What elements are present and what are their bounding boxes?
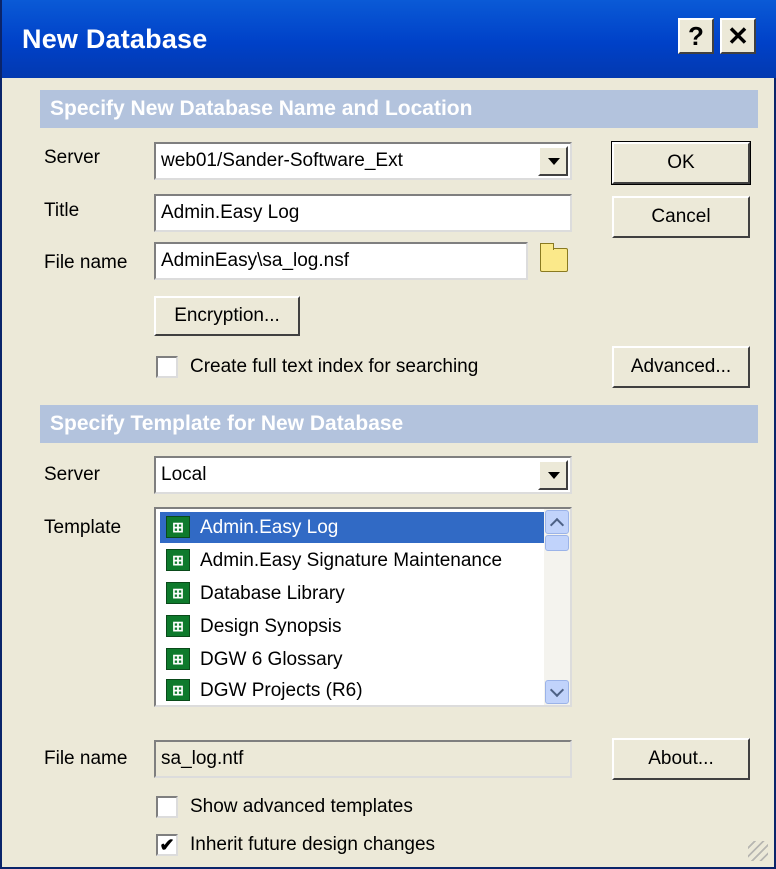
scroll-up-icon[interactable] <box>545 510 569 534</box>
section-header-template: Specify Template for New Database <box>40 405 758 443</box>
template-scrollbar[interactable] <box>544 509 570 705</box>
template-filename-label: File name <box>44 748 128 769</box>
template-icon: ⊞ <box>166 516 190 538</box>
new-database-dialog: New Database ? ✕ Specify New Database Na… <box>0 0 776 869</box>
scroll-thumb[interactable] <box>545 535 569 551</box>
close-button[interactable]: ✕ <box>720 18 756 54</box>
server-value: web01/Sander-Software_Ext <box>161 150 403 171</box>
fulltext-index-label: Create full text index for searching <box>190 356 479 377</box>
resize-grip-icon[interactable] <box>748 841 768 861</box>
template-server-value: Local <box>161 464 207 485</box>
filename-label: File name <box>44 252 128 273</box>
fulltext-index-checkbox[interactable] <box>156 356 178 378</box>
advanced-button[interactable]: Advanced... <box>612 346 750 388</box>
template-name: DGW 6 Glossary <box>200 649 343 670</box>
title-bar[interactable]: New Database ? ✕ <box>2 0 776 78</box>
list-item[interactable]: ⊞ Admin.Easy Signature Maintenance <box>160 545 544 576</box>
template-icon: ⊞ <box>166 582 190 604</box>
template-name: Admin.Easy Signature Maintenance <box>200 550 503 571</box>
help-button[interactable]: ? <box>678 18 714 54</box>
template-name: Design Synopsis <box>200 616 342 637</box>
list-item[interactable]: ⊞ Admin.Easy Log <box>160 512 544 543</box>
template-icon: ⊞ <box>166 679 190 701</box>
inherit-design-label: Inherit future design changes <box>190 834 436 855</box>
template-icon: ⊞ <box>166 648 190 670</box>
show-advanced-templates-checkbox[interactable] <box>156 796 178 818</box>
template-name: DGW Projects (R6) <box>200 680 363 701</box>
template-name: Admin.Easy Log <box>200 517 339 538</box>
server-label: Server <box>44 147 100 168</box>
list-item[interactable]: ⊞ DGW Projects (R6) <box>160 675 544 705</box>
title-input[interactable]: Admin.Easy Log <box>154 194 572 232</box>
template-icon: ⊞ <box>166 615 190 637</box>
dialog-title: New Database <box>22 24 208 54</box>
chevron-down-icon[interactable] <box>538 460 568 490</box>
list-item[interactable]: ⊞ Database Library <box>160 578 544 609</box>
filename-input[interactable]: AdminEasy\sa_log.nsf <box>154 242 528 280</box>
list-item[interactable]: ⊞ Design Synopsis <box>160 611 544 642</box>
template-server-label: Server <box>44 464 100 485</box>
encryption-button[interactable]: Encryption... <box>154 296 300 336</box>
title-label: Title <box>44 200 80 221</box>
scroll-down-icon[interactable] <box>545 680 569 704</box>
server-dropdown[interactable]: web01/Sander-Software_Ext <box>154 142 572 180</box>
cancel-button[interactable]: Cancel <box>612 196 750 238</box>
template-server-dropdown[interactable]: Local <box>154 456 572 494</box>
show-advanced-templates-label: Show advanced templates <box>190 796 413 817</box>
inherit-design-checkbox[interactable]: ✔ <box>156 834 178 856</box>
template-name: Database Library <box>200 583 345 604</box>
about-button[interactable]: About... <box>612 738 750 780</box>
list-item[interactable]: ⊞ DGW 6 Glossary <box>160 644 544 675</box>
template-list[interactable]: ⊞ Admin.Easy Log ⊞ Admin.Easy Signature … <box>154 507 572 707</box>
chevron-down-icon[interactable] <box>538 146 568 176</box>
ok-button[interactable]: OK <box>611 141 751 185</box>
template-icon: ⊞ <box>166 549 190 571</box>
section-header-name-location: Specify New Database Name and Location <box>40 90 758 128</box>
template-label: Template <box>44 517 122 538</box>
folder-icon[interactable] <box>540 243 568 272</box>
template-filename-field: sa_log.ntf <box>154 740 572 778</box>
